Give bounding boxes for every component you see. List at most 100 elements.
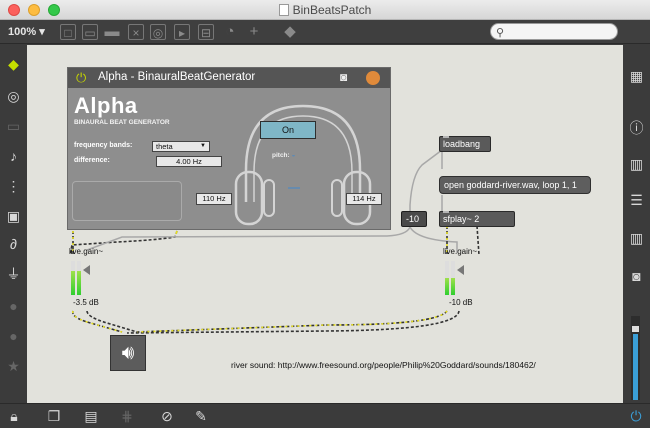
reference-book-icon[interactable]: ▥ bbox=[623, 229, 650, 247]
power-icon[interactable]: ⏻ bbox=[76, 70, 86, 86]
wrench-icon[interactable]: ✎ bbox=[192, 408, 210, 424]
add-object-icon[interactable]: + bbox=[246, 24, 262, 40]
presentation-icon[interactable]: ❐ bbox=[45, 408, 63, 424]
difference-label: difference: bbox=[74, 157, 110, 164]
signal-cord[interactable] bbox=[136, 310, 448, 333]
right-frequency-display: 114 Hz bbox=[346, 193, 382, 205]
zoom-menu[interactable]: 100% ▾ bbox=[8, 25, 45, 38]
headphones-icon bbox=[234, 104, 372, 226]
live-gain-label: live.gain~ bbox=[69, 247, 104, 256]
window-title-text: BinBeatsPatch bbox=[292, 3, 372, 17]
meter-fill bbox=[451, 278, 455, 295]
gain-meter-l bbox=[71, 261, 75, 295]
pitch-control[interactable]: pitch: ◒ bbox=[272, 152, 295, 159]
pitch-dial-icon: ◒ bbox=[291, 152, 296, 159]
left-sidebar: ◆ ◎ ▭ ♪ ⋮ ▣ ∂ ⏚ ● ● ★ bbox=[0, 45, 27, 403]
cube-icon[interactable]: ◆ bbox=[0, 55, 27, 73]
gain-number-value: -10 bbox=[406, 214, 420, 224]
lock-icon[interactable]: 🔒︎ bbox=[5, 408, 23, 424]
open-message-text: open goddard-river.wav, loop 1, 1 bbox=[444, 180, 577, 190]
toolbar: 100% ▾ □ ▭ ▬ × ◎ ▸ ⊟ ◔ + ◆ ⚲ bbox=[0, 20, 650, 44]
document-icon bbox=[278, 4, 289, 16]
comment-icon[interactable]: ▬ bbox=[104, 24, 120, 40]
window-title: BinBeatsPatch bbox=[0, 3, 650, 17]
signal-cord-highlight bbox=[71, 310, 123, 333]
difference-number-box[interactable]: 4.00 Hz bbox=[156, 156, 222, 167]
patcher-view-icon[interactable]: ▤ bbox=[82, 408, 100, 424]
title-bar: BinBeatsPatch bbox=[0, 0, 650, 20]
meter-fill bbox=[445, 278, 449, 295]
snapshot-camera-icon[interactable]: ◙ bbox=[340, 70, 347, 84]
live-gain-right[interactable]: live.gain~ -10 dB bbox=[443, 247, 485, 307]
grid-icon[interactable]: ▦ bbox=[623, 67, 650, 85]
search-field[interactable]: ⚲ bbox=[490, 23, 618, 40]
button-object-icon[interactable]: × bbox=[128, 24, 144, 40]
plug-icon[interactable]: ⏚ bbox=[0, 265, 27, 283]
mute-audio-icon[interactable]: ⊘ bbox=[158, 408, 176, 424]
paint-bucket-icon[interactable]: ◆ bbox=[282, 24, 298, 40]
gain-meter-r bbox=[77, 261, 81, 295]
dsp-power-icon[interactable]: ⏻ bbox=[627, 408, 645, 424]
star-icon[interactable]: ★ bbox=[0, 357, 27, 375]
sfplay-label: sfplay~ 2 bbox=[443, 214, 480, 224]
signal-cord[interactable] bbox=[71, 310, 123, 333]
meter-fill bbox=[77, 271, 81, 295]
open-file-message[interactable]: open goddard-river.wav, loop 1, 1 bbox=[439, 176, 591, 194]
new-object-icon[interactable]: □ bbox=[60, 24, 76, 40]
target-icon[interactable]: ◎ bbox=[0, 87, 27, 105]
music-note-icon[interactable]: ♪ bbox=[0, 147, 27, 165]
search-icon: ⚲ bbox=[496, 27, 505, 39]
grid-snap-icon[interactable]: ⋕ bbox=[118, 408, 136, 424]
generator-name: Alpha bbox=[74, 93, 138, 118]
toggle-object-icon[interactable]: ◎ bbox=[150, 24, 166, 40]
package-logo-icon[interactable] bbox=[366, 71, 380, 85]
gain-slider-handle[interactable] bbox=[457, 265, 464, 275]
dial-object-icon[interactable]: ◔ bbox=[222, 24, 238, 40]
generator-subtitle: BINAURAL BEAT GENERATOR bbox=[74, 119, 170, 126]
gain-meter-r bbox=[451, 261, 455, 295]
bpatcher-header: ⏻ Alpha - BinauralBeatGenerator ◙ bbox=[68, 68, 390, 88]
bpatcher-title: Alpha - BinauralBeatGenerator bbox=[98, 71, 256, 83]
image-icon[interactable]: ▣ bbox=[0, 207, 27, 225]
book-icon[interactable]: ▥ bbox=[623, 155, 650, 173]
package-b-icon[interactable]: ● bbox=[0, 327, 27, 345]
river-sound-comment: river sound: http://www.freesound.org/pe… bbox=[231, 360, 536, 370]
slider-object-icon[interactable]: ▸ bbox=[174, 24, 190, 40]
binaural-beat-bpatcher[interactable]: ⏻ Alpha - BinauralBeatGenerator ◙ Alpha … bbox=[67, 67, 391, 230]
on-toggle-button[interactable]: On bbox=[260, 121, 316, 139]
sequence-icon[interactable]: ⋮ bbox=[0, 177, 27, 195]
gain-meter-l bbox=[445, 261, 449, 295]
gain-slider-handle[interactable] bbox=[83, 265, 90, 275]
number-object-icon[interactable]: ⊟ bbox=[198, 24, 214, 40]
xy-pad[interactable] bbox=[72, 181, 182, 221]
new-message-icon[interactable]: ▭ bbox=[82, 24, 98, 40]
ezdac-speaker-icon[interactable]: 🔊︎ bbox=[110, 335, 146, 371]
info-icon[interactable]: ⓘ bbox=[623, 119, 650, 137]
frequency-bands-value: theta bbox=[156, 142, 173, 151]
frequency-bands-menu[interactable]: theta ▼ bbox=[152, 141, 210, 152]
live-gain-label: live.gain~ bbox=[443, 247, 478, 256]
output-level-meter[interactable] bbox=[631, 316, 640, 400]
zoom-value: 100% bbox=[8, 26, 37, 38]
pitch-label: pitch: bbox=[272, 152, 290, 159]
package-p-icon[interactable]: ● bbox=[0, 297, 27, 315]
signal-cord-highlight bbox=[136, 310, 448, 333]
list-icon[interactable]: ☰ bbox=[623, 191, 650, 209]
loadbang-label: loadbang bbox=[443, 139, 481, 149]
paperclip-icon[interactable]: ∂ bbox=[0, 235, 27, 253]
gain-number-box[interactable]: -10 bbox=[401, 211, 427, 227]
gain-db-readout: -10 dB bbox=[449, 298, 473, 307]
control-cord[interactable] bbox=[409, 149, 443, 213]
sfplay-object[interactable]: sfplay~ 2 bbox=[439, 211, 515, 227]
left-frequency-display: 110 Hz bbox=[196, 193, 232, 205]
frequency-bands-label: frequency bands: bbox=[74, 142, 133, 149]
bottom-toolbar: 🔒︎ ❐ ▤ ⋕ ⊘ ✎ ⏻ bbox=[0, 403, 650, 428]
max-patcher-window: BinBeatsPatch 100% ▾ □ ▭ ▬ × ◎ ▸ ⊟ ◔ + ◆… bbox=[0, 0, 650, 428]
loadbang-object[interactable]: loadbang bbox=[439, 136, 491, 152]
live-gain-left[interactable]: live.gain~ -3.5 dB bbox=[69, 247, 111, 307]
camera-icon[interactable]: ◙ bbox=[623, 267, 650, 285]
patcher-canvas[interactable]: ⏻ Alpha - BinauralBeatGenerator ◙ Alpha … bbox=[27, 45, 623, 403]
gain-db-readout: -3.5 dB bbox=[73, 298, 99, 307]
inlet bbox=[443, 136, 449, 138]
film-icon[interactable]: ▭ bbox=[0, 117, 27, 135]
